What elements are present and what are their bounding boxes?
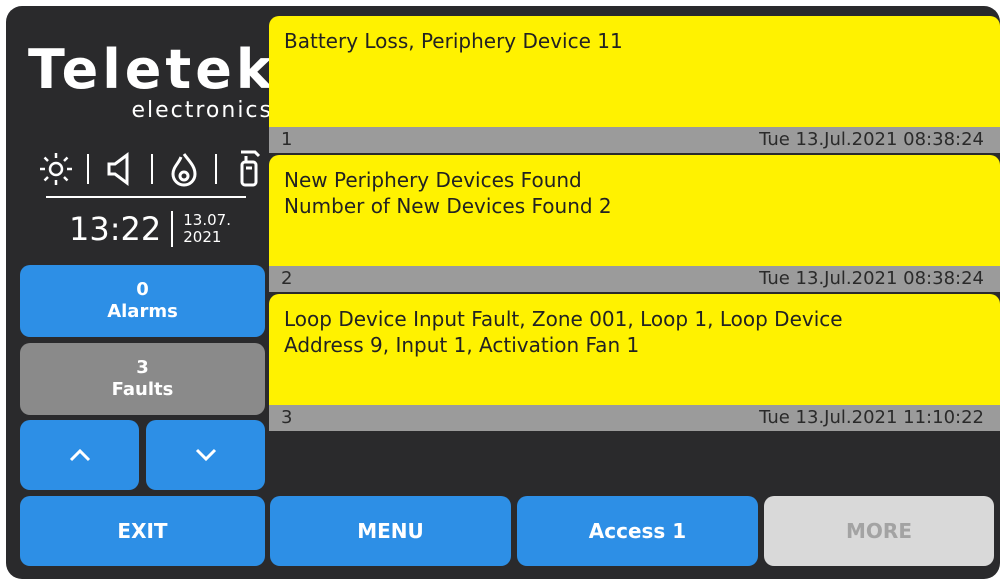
- faults-button[interactable]: 3 Faults: [20, 343, 265, 415]
- exit-button[interactable]: EXIT: [20, 496, 265, 566]
- panel-screen: Teletek electronics 13:22 13.07. 2021 0 …: [6, 6, 1000, 579]
- clock-date: 13.07. 2021: [183, 212, 231, 246]
- sun-icon: [36, 149, 76, 189]
- clock-separator: [171, 211, 174, 247]
- brand-sub: electronics: [131, 98, 273, 123]
- icon-separator: [215, 154, 217, 184]
- event-message-1[interactable]: Battery Loss, Periphery Device 11 1 Tue …: [269, 16, 1000, 153]
- event-text-lines: New Periphery Devices Found Number of New…: [284, 168, 612, 218]
- fire-icon: [164, 149, 204, 189]
- event-footer: 1 Tue 13.Jul.2021 08:38:24: [269, 127, 1000, 153]
- scroll-up-button[interactable]: [20, 420, 139, 490]
- divider: [46, 196, 246, 198]
- icon-separator: [87, 154, 89, 184]
- alarms-count: 0: [136, 279, 149, 300]
- alarms-button[interactable]: 0 Alarms: [20, 265, 265, 337]
- brand-name: Teletek: [28, 38, 276, 101]
- clock: 13:22 13.07. 2021: [30, 204, 270, 254]
- event-text: Battery Loss, Periphery Device 11: [284, 28, 623, 54]
- event-text: New Periphery Devices Found Number of New…: [284, 167, 612, 219]
- chevron-up-icon: [69, 448, 90, 462]
- faults-count: 3: [136, 357, 149, 378]
- alarms-label: Alarms: [107, 301, 178, 322]
- more-button[interactable]: MORE: [764, 496, 994, 566]
- event-index: 1: [281, 129, 293, 150]
- extinguisher-icon: [228, 149, 268, 189]
- event-text: Loop Device Input Fault, Zone 001, Loop …: [284, 306, 843, 358]
- access-button[interactable]: Access 1: [517, 496, 758, 566]
- brand-logo: Teletek electronics: [28, 38, 276, 124]
- chevron-down-icon: [195, 448, 216, 462]
- event-message-3[interactable]: Loop Device Input Fault, Zone 001, Loop …: [269, 294, 1000, 431]
- scroll-down-button[interactable]: [146, 420, 265, 490]
- event-timestamp: Tue 13.Jul.2021 11:10:22: [759, 407, 984, 428]
- event-index: 3: [281, 407, 293, 428]
- event-timestamp: Tue 13.Jul.2021 08:38:24: [759, 268, 984, 289]
- faults-label: Faults: [111, 379, 174, 400]
- event-index: 2: [281, 268, 293, 289]
- event-message-2[interactable]: New Periphery Devices Found Number of New…: [269, 155, 1000, 292]
- clock-time: 13:22: [69, 210, 162, 248]
- clock-date-day: 13.07.: [183, 211, 231, 229]
- event-timestamp: Tue 13.Jul.2021 08:38:24: [759, 129, 984, 150]
- status-icons: [36, 146, 268, 192]
- menu-button[interactable]: MENU: [270, 496, 511, 566]
- speaker-icon: [100, 149, 140, 189]
- clock-date-year: 2021: [183, 228, 222, 246]
- event-text-lines: Loop Device Input Fault, Zone 001, Loop …: [284, 307, 843, 357]
- event-text-lines: Battery Loss, Periphery Device 11: [284, 29, 623, 53]
- event-footer: 3 Tue 13.Jul.2021 11:10:22: [269, 405, 1000, 431]
- event-footer: 2 Tue 13.Jul.2021 08:38:24: [269, 266, 1000, 292]
- icon-separator: [151, 154, 153, 184]
